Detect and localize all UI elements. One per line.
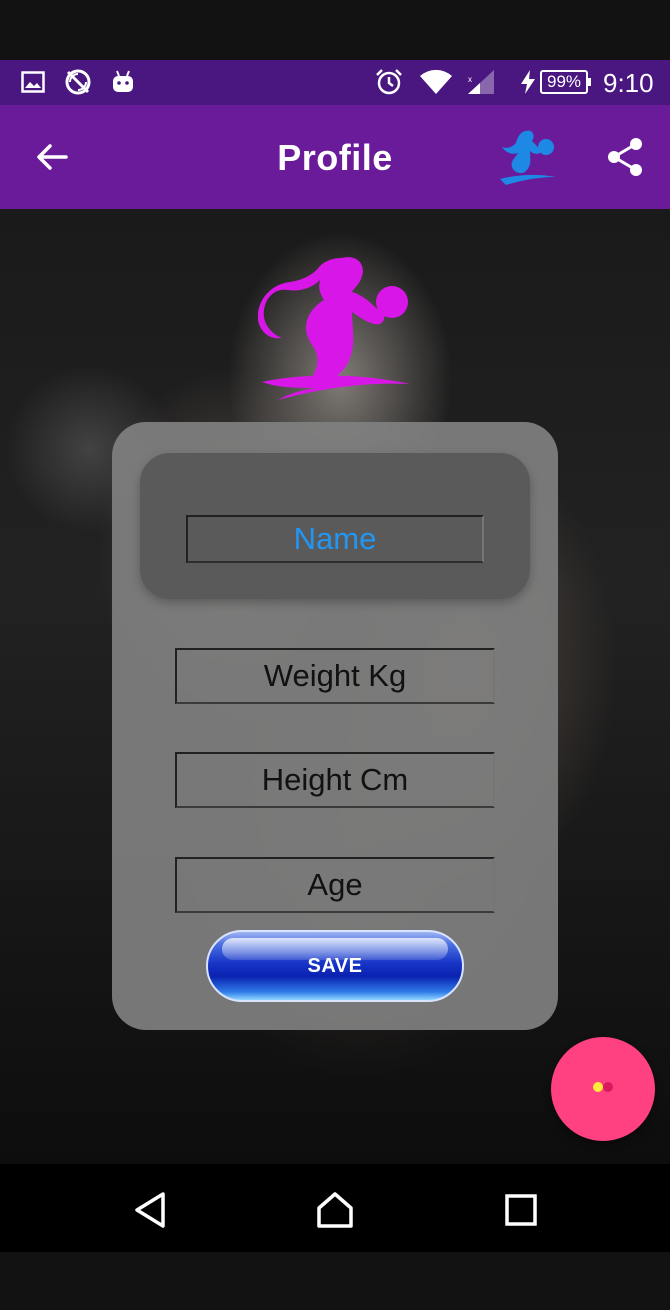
system-nav-bar <box>0 1164 670 1252</box>
save-button-label: SAVE <box>307 954 363 977</box>
floating-action-button[interactable] <box>551 1037 655 1141</box>
profile-content: SAVE <box>0 209 670 1164</box>
image-icon <box>20 68 46 96</box>
svg-text:x: x <box>468 75 472 84</box>
fitness-girl-logo <box>258 257 410 400</box>
app-bar: Profile <box>0 105 670 209</box>
wifi-icon <box>418 68 454 96</box>
profile-form-card: SAVE <box>112 422 558 1030</box>
nav-home-icon[interactable] <box>311 1186 359 1234</box>
fitness-girl-logo-icon <box>496 125 560 191</box>
dots-icon <box>588 1080 618 1099</box>
height-input[interactable] <box>175 752 495 808</box>
signal-icon: x <box>466 68 496 96</box>
top-bezel <box>0 0 670 60</box>
nav-back-icon[interactable] <box>126 1186 174 1234</box>
nav-recents-icon[interactable] <box>497 1186 545 1234</box>
battery-indicator: 99% <box>540 70 591 94</box>
page-title: Profile <box>277 137 393 178</box>
status-bar: x 99% 9:10 <box>0 60 670 105</box>
bottom-bezel <box>0 1252 670 1310</box>
save-button[interactable]: SAVE <box>206 930 464 1002</box>
clock: 9:10 <box>603 68 654 98</box>
age-input[interactable] <box>175 857 495 913</box>
share-icon[interactable] <box>606 137 644 177</box>
android-icon <box>110 68 136 96</box>
name-input[interactable] <box>186 515 484 563</box>
weight-input[interactable] <box>175 648 495 704</box>
name-box <box>140 453 530 599</box>
alarm-icon <box>374 68 404 96</box>
no-sync-icon <box>64 68 92 96</box>
charging-icon <box>518 68 538 96</box>
